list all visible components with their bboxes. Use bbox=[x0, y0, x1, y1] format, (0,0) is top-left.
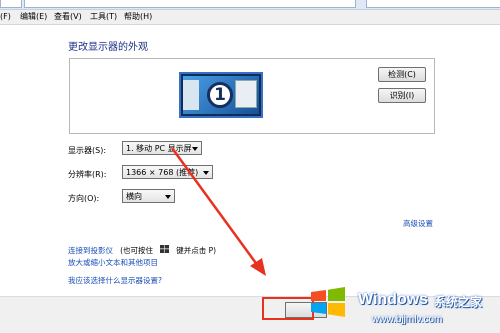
projector-hint-prefix: (也可按住 bbox=[120, 246, 154, 255]
resolution-select-value: 1366 × 768 (推荐) bbox=[126, 168, 199, 177]
display-label: 显示器(S): bbox=[68, 146, 107, 155]
orientation-select-value: 横向 bbox=[126, 192, 142, 201]
monitor-window-graphic bbox=[235, 80, 257, 108]
menu-bar: (F) 编辑(E) 查看(V) 工具(T) 帮助(H) bbox=[0, 10, 500, 25]
connect-projector-link[interactable]: 连接到投影仪 bbox=[68, 246, 113, 255]
menu-help[interactable]: 帮助(H) bbox=[124, 11, 152, 23]
projector-row: 连接到投影仪 (也可按住 键并点击 P) bbox=[68, 238, 216, 255]
text-size-link[interactable]: 放大或缩小文本和其他项目 bbox=[68, 257, 158, 268]
resolution-select[interactable]: 1366 × 768 (推荐) bbox=[122, 165, 213, 179]
menu-view[interactable]: 查看(V) bbox=[54, 11, 82, 23]
which-settings-link[interactable]: 我应该选择什么显示器设置? bbox=[68, 275, 162, 286]
windows-logo-icon bbox=[311, 287, 345, 317]
annotation-highlight-box bbox=[262, 297, 314, 320]
titlebar-back-area bbox=[0, 0, 22, 8]
chevron-down-icon bbox=[165, 195, 171, 199]
menu-edit[interactable]: 编辑(E) bbox=[20, 11, 47, 23]
watermark-url: www.bjjmlv.com bbox=[372, 314, 443, 325]
display-select-value: 1. 移动 PC 显示屏 bbox=[126, 144, 192, 153]
page-title: 更改显示器的外观 bbox=[68, 42, 148, 53]
watermark-brand: Windows bbox=[358, 291, 429, 308]
resolution-label: 分辨率(R): bbox=[68, 170, 107, 179]
menu-tools[interactable]: 工具(T) bbox=[90, 11, 117, 23]
orientation-label: 方向(O): bbox=[68, 194, 100, 203]
identify-button[interactable]: 识别(I) bbox=[378, 88, 426, 103]
monitor-number-badge: 1 bbox=[207, 82, 233, 108]
display-preview-panel: 1 检测(C) 识别(I) bbox=[69, 58, 435, 134]
detect-button[interactable]: 检测(C) bbox=[378, 67, 426, 82]
windows-key-icon bbox=[160, 244, 170, 253]
chevron-down-icon bbox=[203, 171, 209, 175]
advanced-settings-link[interactable]: 高级设置 bbox=[403, 218, 433, 229]
chevron-down-icon bbox=[192, 147, 198, 151]
menu-file[interactable]: (F) bbox=[0, 11, 11, 23]
address-bar[interactable] bbox=[24, 0, 356, 8]
monitor-icon[interactable]: 1 bbox=[179, 72, 263, 118]
display-select[interactable]: 1. 移动 PC 显示屏 bbox=[122, 141, 202, 155]
watermark-brand-suffix: 系统之家 bbox=[434, 295, 483, 309]
window-titlebar bbox=[0, 0, 500, 10]
monitor-sidebar-graphic bbox=[183, 80, 199, 110]
orientation-select[interactable]: 横向 bbox=[122, 189, 175, 203]
projector-hint-suffix: 键并点击 P) bbox=[176, 246, 217, 255]
search-box[interactable] bbox=[366, 0, 500, 8]
